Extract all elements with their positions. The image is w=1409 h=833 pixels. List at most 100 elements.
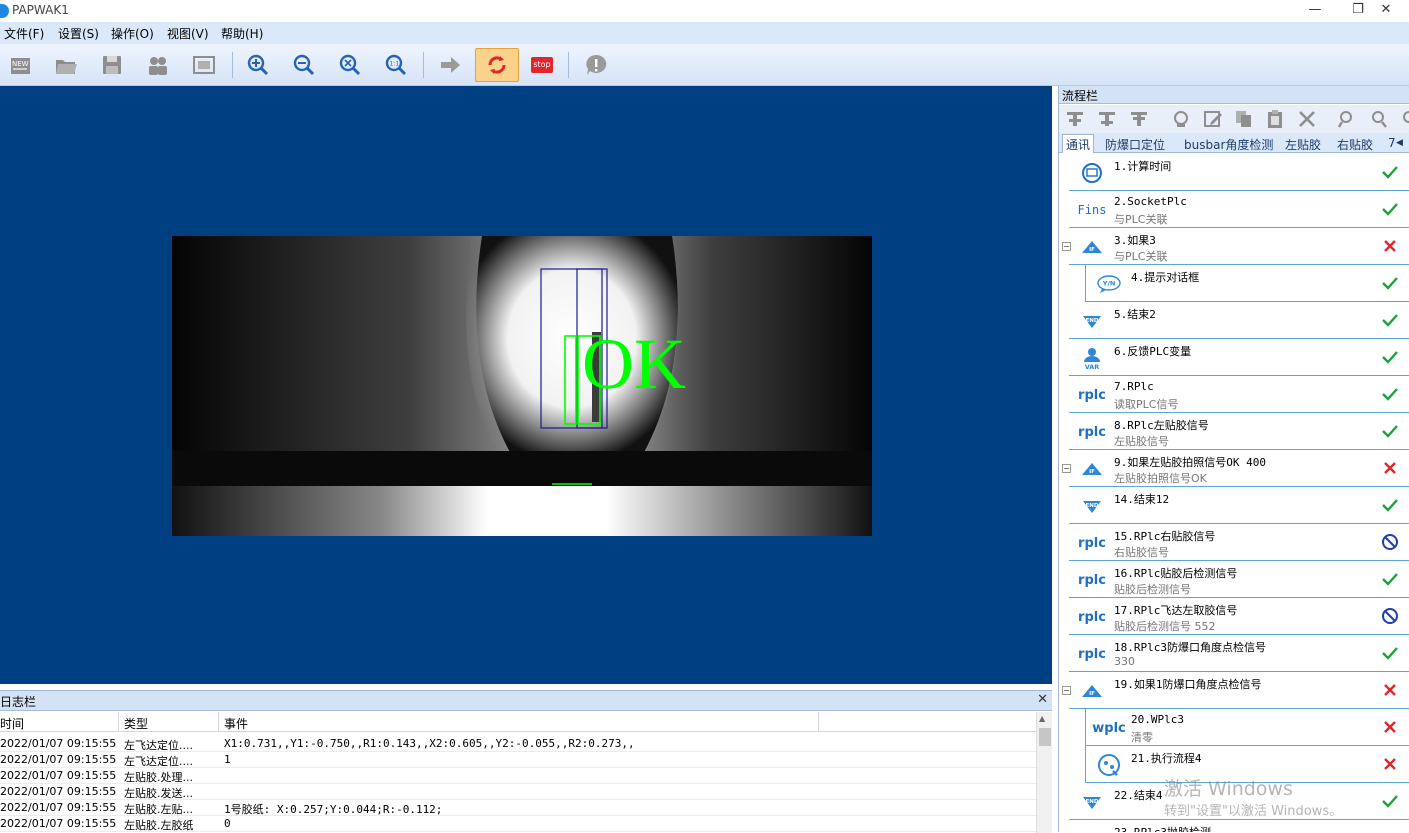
move-up-icon[interactable] <box>1337 109 1357 129</box>
tab-vent-position[interactable]: 防爆口定位 <box>1105 136 1165 153</box>
column-divider[interactable] <box>818 712 819 732</box>
info-bubble-icon <box>586 54 607 75</box>
log-scroll-thumb[interactable] <box>1039 728 1051 746</box>
tree-collapse-icon[interactable]: − <box>1062 686 1071 695</box>
flow-step-item[interactable]: rplc 15.RPlc右贴胶信号 右贴胶信号 <box>1069 524 1409 561</box>
camera-image[interactable]: OK <box>172 236 872 536</box>
flow-step-item[interactable]: END 5.结束2 <box>1069 302 1409 339</box>
activation-watermark-title: 激活 Windows <box>1164 778 1293 800</box>
save-disk-icon <box>103 56 121 74</box>
tab-right-glue[interactable]: 右贴胶 <box>1337 136 1373 153</box>
paste-icon[interactable] <box>1265 109 1285 129</box>
new-button[interactable]: NEW <box>3 49 37 81</box>
tree-collapse-icon[interactable]: − <box>1062 464 1071 473</box>
rplc-icon: rplc <box>1078 646 1106 662</box>
fit-window-button[interactable] <box>187 49 221 81</box>
run-once-button[interactable] <box>433 49 467 81</box>
flow-step-item[interactable]: 1.计算时间 <box>1069 154 1409 191</box>
tree-collapse-icon[interactable]: − <box>1062 242 1071 251</box>
flow-step-item[interactable]: Y/N 4.提示对话框 <box>1085 265 1409 302</box>
flow-step-item[interactable]: rplc 18.RPlc3防爆口角度点检信号 330 <box>1069 635 1409 672</box>
image-viewer[interactable]: OK <box>0 86 1052 684</box>
minimize-button[interactable]: — <box>1292 0 1338 22</box>
status-ok-check-icon <box>1382 795 1398 808</box>
stop-button[interactable]: stop <box>525 49 559 81</box>
log-col-event[interactable]: 事件 <box>224 715 248 732</box>
insert-step-icon[interactable] <box>1097 109 1117 129</box>
log-cell-type: 左贴胶.发送... <box>124 787 193 800</box>
end-icon: END <box>1077 494 1107 518</box>
close-button[interactable]: ✕ <box>1363 0 1409 22</box>
open-button[interactable] <box>49 49 83 81</box>
zoom-out-button[interactable] <box>287 49 321 81</box>
new-file-icon: NEW <box>11 58 30 74</box>
menu-operate[interactable]: 操作(O) <box>111 25 154 42</box>
flow-step-item[interactable]: VAR 6.反馈PLC变量 <box>1069 339 1409 376</box>
delete-icon[interactable] <box>1297 109 1317 129</box>
zoom-fit-icon <box>339 54 361 76</box>
status-ok-check-icon <box>1382 277 1398 290</box>
log-cell-type: 左贴胶.处理... <box>124 771 193 784</box>
users-button[interactable] <box>141 49 175 81</box>
status-ok-check-icon <box>1382 425 1398 438</box>
log-panel-header: 日志栏 ✕ <box>0 691 1052 711</box>
copy-icon[interactable] <box>1234 109 1254 129</box>
run-loop-button[interactable] <box>475 48 519 82</box>
zoom-in-button[interactable] <box>241 49 275 81</box>
flow-step-title: 15.RPlc右贴胶信号 <box>1114 530 1216 543</box>
menu-help[interactable]: 帮助(H) <box>221 25 263 42</box>
flow-step-list[interactable]: 1.计算时间 Fins 2.SocketPlc 与PLC关联 IF 3.如果3 与PLC关联… <box>1059 154 1409 832</box>
app-logo-icon <box>0 4 9 18</box>
zoom-actual-button[interactable]: 1:1 <box>379 49 413 81</box>
menu-settings[interactable]: 设置(S) <box>58 25 99 42</box>
flow-step-item[interactable]: rplc 8.RPlc左贴胶信号 左贴胶信号 <box>1069 413 1409 450</box>
run-flow-icon <box>1094 753 1124 777</box>
tab-scroll-left-icon[interactable]: ◀ <box>1396 138 1403 148</box>
zoom-fit-button[interactable] <box>333 49 367 81</box>
save-button[interactable] <box>95 49 129 81</box>
flow-step-item[interactable]: IF 3.如果3 与PLC关联 <box>1069 228 1409 265</box>
column-divider[interactable] <box>218 712 219 732</box>
tab-more[interactable]: 7 <box>1388 136 1396 150</box>
log-close-icon[interactable]: ✕ <box>1037 692 1048 707</box>
flow-step-item[interactable]: 23.RPlc3抛胶检测 <box>1069 820 1409 832</box>
column-divider[interactable] <box>118 712 119 732</box>
flow-step-item[interactable]: rplc 17.RPlc飞达左取胶信号 贴胶后检测信号 552 <box>1069 598 1409 635</box>
move-down-icon[interactable] <box>1369 109 1389 129</box>
log-row[interactable]: 2022/01/07 09:15:55 左飞达定位.... X1:0.731,,Y1… <box>0 736 1036 752</box>
log-scrollbar[interactable]: ▲ <box>1036 712 1052 833</box>
flow-step-item[interactable]: rplc 7.RPlc 读取PLC信号 <box>1069 376 1409 413</box>
about-button[interactable] <box>579 49 613 81</box>
add-step-icon[interactable] <box>1065 109 1085 129</box>
log-row[interactable]: 2022/01/07 09:15:55 左贴胶.处理... <box>0 768 1036 784</box>
flow-step-item[interactable]: END 14.结束12 <box>1069 487 1409 524</box>
flow-step-item[interactable]: wplc 20.WPlc3 清零 <box>1085 709 1409 746</box>
scroll-up-icon[interactable]: ▲ <box>1039 714 1045 723</box>
log-cell-type: 左飞达定位.... <box>124 739 193 752</box>
flow-step-item[interactable]: IF 19.如果1防爆口角度点检信号 <box>1069 672 1409 709</box>
log-row[interactable]: 2022/01/07 09:15:55 左贴胶.左贴... 1号胶纸: X:0.25… <box>0 800 1036 816</box>
log-row[interactable]: 2022/01/07 09:15:55 左飞达定位.... 1 <box>0 752 1036 768</box>
append-step-icon[interactable] <box>1129 109 1149 129</box>
flow-panel-toolbar <box>1059 105 1409 133</box>
log-row[interactable]: 2022/01/07 09:15:55 左贴胶.左胶纸 0 <box>0 816 1036 832</box>
fit-frame-icon <box>193 56 215 74</box>
open-folder-icon <box>56 60 77 74</box>
svg-text:NEW: NEW <box>12 60 29 68</box>
log-row[interactable]: 2022/01/07 09:15:55 左贴胶.发送... <box>0 784 1036 800</box>
flow-step-item[interactable]: rplc 16.RPlc贴胶后检测信号 贴胶后检测信号 <box>1069 561 1409 598</box>
tab-left-glue[interactable]: 左贴胶 <box>1285 136 1321 153</box>
edit-icon[interactable] <box>1203 109 1223 129</box>
flow-step-item[interactable]: Fins 2.SocketPlc 与PLC关联 <box>1069 191 1409 228</box>
tool-icon[interactable] <box>1171 109 1191 129</box>
menu-view[interactable]: 视图(V) <box>167 25 209 42</box>
log-col-time[interactable]: 时间 <box>0 715 24 732</box>
tab-busbar-angle[interactable]: busbar角度检测 <box>1184 136 1273 153</box>
flow-step-item[interactable]: IF 9.如果左贴胶拍照信号OK 400 左贴胶拍照信号OK <box>1069 450 1409 487</box>
more-tools-icon[interactable] <box>1397 109 1409 129</box>
log-col-type[interactable]: 类型 <box>124 715 148 732</box>
menu-file[interactable]: 文件(F) <box>4 25 44 42</box>
tab-comm[interactable]: 通讯 <box>1062 134 1095 153</box>
arrow-right-icon <box>441 57 460 73</box>
flow-step-subtitle: 330 <box>1114 655 1135 668</box>
